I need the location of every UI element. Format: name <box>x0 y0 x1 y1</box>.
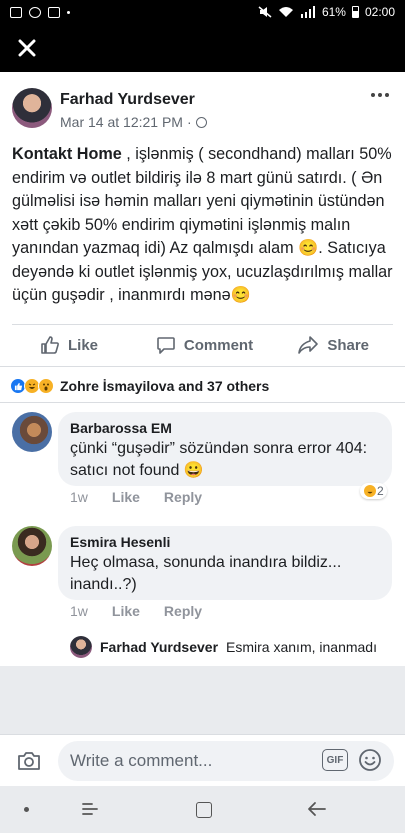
globe-icon <box>195 116 207 128</box>
comment-time: 1w <box>70 489 88 505</box>
comment-actions: 1w Like Reply <box>70 603 202 619</box>
share-icon <box>298 336 319 354</box>
messenger-icon <box>29 6 41 18</box>
like-icon <box>41 336 59 354</box>
comment-time: 1w <box>70 603 88 619</box>
back-icon[interactable] <box>306 800 328 818</box>
gallery-icon <box>10 6 22 18</box>
comment-text: Heç olmasa, sonunda inandıra bildiz... i… <box>70 554 342 593</box>
reply-preview[interactable]: Farhad Yurdsever Esmira xanım, inanmadı <box>70 636 377 658</box>
comment-like-button[interactable]: Like <box>112 489 140 505</box>
clock: 02:00 <box>364 5 395 19</box>
battery-percent: 61% <box>321 5 346 19</box>
comment-text: çünki “guşədir” sözündən sonra error 404… <box>70 440 368 479</box>
system-nav-bar <box>0 786 405 833</box>
post-timestamp[interactable]: Mar 14 at 12:21 PM <box>60 114 183 130</box>
post: Farhad Yurdsever Mar 14 at 12:21 PM · Ko… <box>0 72 405 368</box>
post-text: Kontakt Home , işlənmiş ( secondhand) ma… <box>12 143 396 308</box>
notification-icons <box>10 6 70 18</box>
share-button[interactable]: Share <box>259 335 405 355</box>
comment-icon <box>157 337 175 354</box>
wifi-icon <box>278 7 293 17</box>
reaction-count: 2 <box>377 484 384 498</box>
comment-label: Comment <box>183 336 254 354</box>
author-avatar[interactable] <box>12 88 52 128</box>
more-dot <box>378 93 382 97</box>
share-label: Share <box>327 336 370 354</box>
more-notifications-icon <box>67 10 70 14</box>
commenter-name[interactable]: Barbarossa EM <box>70 420 380 436</box>
reply-text: Esmira xanım, inanmadı <box>226 639 377 655</box>
post-action-bar: Like Comment Share <box>0 325 405 365</box>
comment-reply-button[interactable]: Reply <box>164 603 202 619</box>
more-dot <box>385 93 389 97</box>
comment-bubble: Esmira Hesenli Heç olmasa, sonunda inand… <box>58 526 392 600</box>
commenter-avatar[interactable] <box>12 412 52 452</box>
reactions-text: Zohre İsmayilova and 37 others <box>60 378 270 394</box>
comment-reactions[interactable]: 2 <box>360 483 387 499</box>
status-bar: 61% 02:00 <box>0 0 405 24</box>
commenter-avatar[interactable] <box>12 526 52 566</box>
comment-bubble: Barbarossa EM çünki “guşədir” sözündən s… <box>58 412 392 486</box>
haha-reaction-icon <box>363 484 377 498</box>
like-label: Like <box>68 336 99 354</box>
gif-button[interactable]: GIF <box>322 749 348 771</box>
recents-icon[interactable] <box>80 800 100 818</box>
post-text-tag[interactable]: Kontakt Home <box>12 145 122 163</box>
comment-like-button[interactable]: Like <box>112 603 140 619</box>
nav-dot-icon[interactable] <box>24 807 29 812</box>
close-button[interactable] <box>14 35 40 61</box>
checkbox-icon <box>48 6 60 18</box>
signal-icon <box>300 6 315 18</box>
comment-reply-button[interactable]: Reply <box>164 489 202 505</box>
camera-icon[interactable] <box>16 748 42 774</box>
comment-composer: Write a comment... GIF <box>0 734 405 786</box>
more-options-button[interactable] <box>368 90 392 100</box>
home-icon[interactable] <box>196 802 212 818</box>
comment-actions: 1w Like Reply <box>70 489 202 505</box>
emoji-icon[interactable] <box>358 748 382 772</box>
wow-reaction-icon <box>38 378 54 394</box>
reply-author[interactable]: Farhad Yurdsever <box>100 639 218 655</box>
close-icon <box>18 39 36 57</box>
empty-area <box>0 666 405 734</box>
commenter-name[interactable]: Esmira Hesenli <box>70 534 380 550</box>
meta-separator: · <box>186 114 192 130</box>
divider <box>0 366 405 367</box>
post-author[interactable]: Farhad Yurdsever <box>60 91 195 109</box>
post-meta: Mar 14 at 12:21 PM · <box>60 114 207 130</box>
post-text-body: , işlənmiş ( secondhand) malları 50% end… <box>12 145 393 304</box>
more-dot <box>371 93 375 97</box>
reactions-summary[interactable]: Zohre İsmayilova and 37 others <box>10 376 269 396</box>
battery-icon <box>351 6 359 18</box>
comment-button[interactable]: Comment <box>150 335 260 355</box>
like-button[interactable]: Like <box>0 335 150 355</box>
top-header <box>0 24 405 72</box>
mute-icon <box>258 6 272 18</box>
divider <box>0 402 405 403</box>
reply-avatar <box>70 636 92 658</box>
